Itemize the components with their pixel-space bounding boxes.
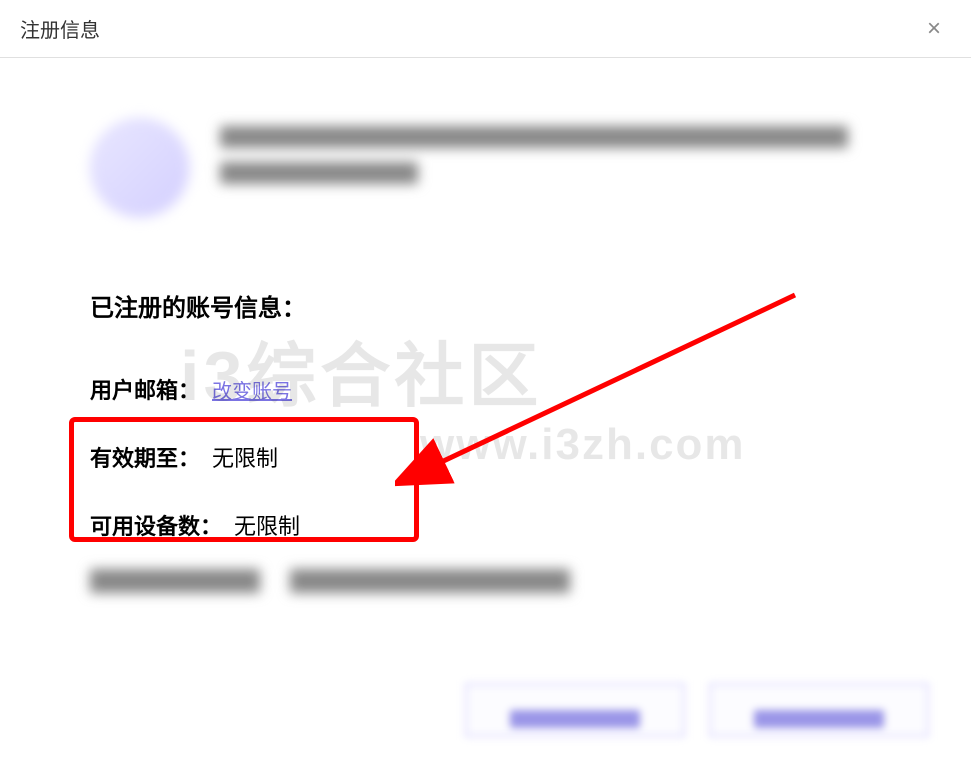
- valid-until-label: 有效期至：: [90, 441, 200, 473]
- dialog-title: 注册信息: [20, 14, 100, 43]
- avatar-icon: [90, 118, 190, 218]
- change-account-link[interactable]: 改变账号: [212, 375, 292, 404]
- blurred-button-label: [510, 710, 640, 728]
- blurred-info-row: [90, 569, 881, 593]
- valid-until-row: 有效期至： 无限制: [90, 441, 881, 473]
- devices-value: 无限制: [234, 509, 300, 541]
- account-info-section: 已注册的账号信息： 用户邮箱： 改变账号 有效期至： 无限制 可用设备数： 无限…: [90, 288, 881, 593]
- blurred-text-chunk: [90, 569, 260, 593]
- dialog-content: 已注册的账号信息： 用户邮箱： 改变账号 有效期至： 无限制 可用设备数： 无限…: [0, 58, 971, 613]
- close-button[interactable]: ×: [917, 13, 951, 45]
- devices-label: 可用设备数：: [90, 509, 222, 541]
- email-label: 用户邮箱：: [90, 373, 200, 405]
- blurred-button-label: [754, 710, 884, 728]
- valid-until-value: 无限制: [212, 441, 278, 473]
- email-row: 用户邮箱： 改变账号: [90, 373, 881, 405]
- blurred-text-line: [220, 162, 418, 184]
- promo-text: [220, 118, 881, 198]
- devices-row: 可用设备数： 无限制: [90, 509, 881, 541]
- footer-button-primary[interactable]: [465, 683, 685, 737]
- footer-button-secondary[interactable]: [709, 683, 929, 737]
- blurred-text-chunk: [290, 569, 570, 593]
- avatar-promo-section: [90, 118, 881, 218]
- section-heading: 已注册的账号信息：: [90, 288, 881, 323]
- close-icon: ×: [927, 15, 941, 42]
- blurred-text-line: [220, 126, 848, 148]
- dialog-header: 注册信息 ×: [0, 0, 971, 58]
- dialog-footer: [465, 683, 929, 737]
